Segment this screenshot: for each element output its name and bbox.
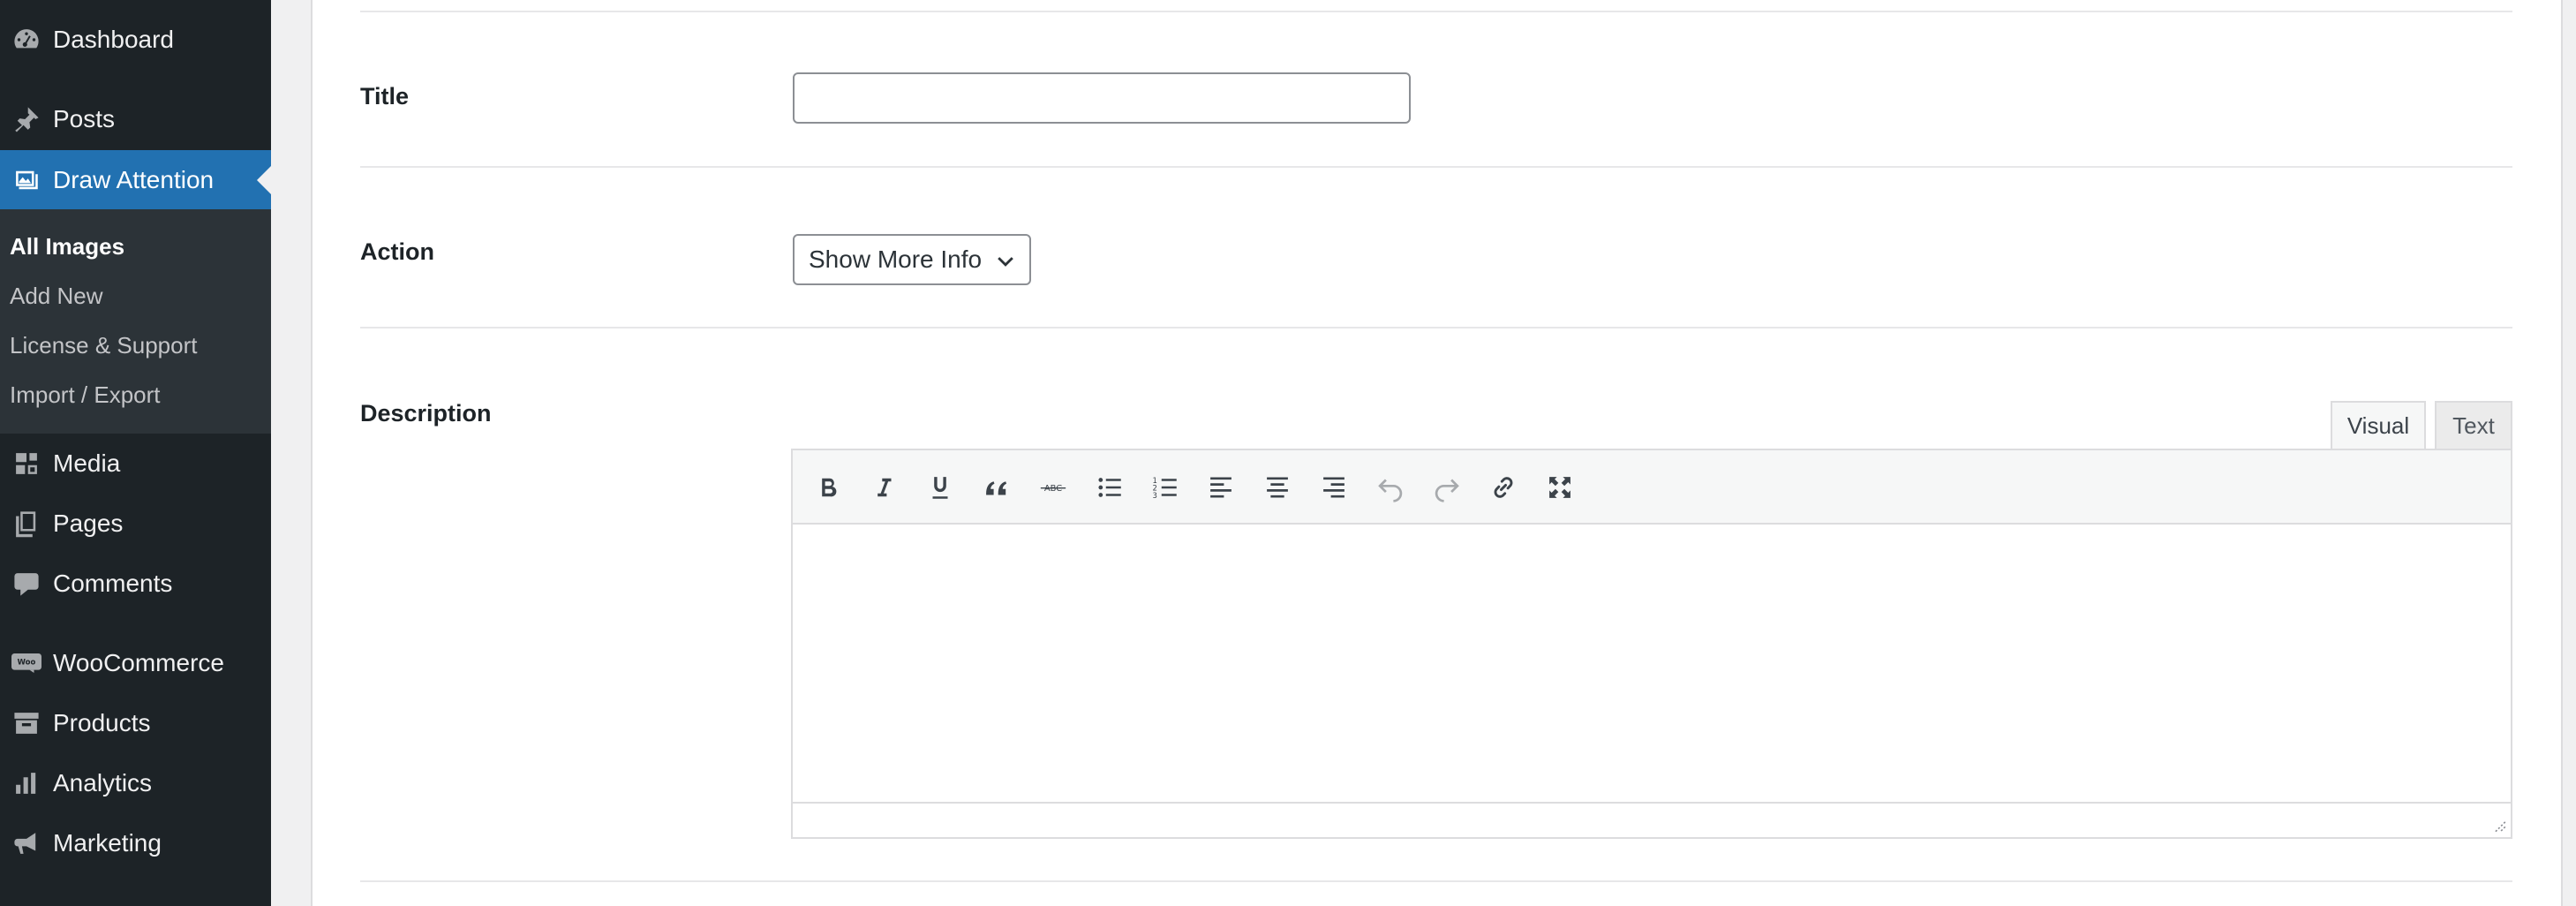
chevron-down-icon [998,257,1013,267]
align-center-icon [1267,477,1288,498]
current-indicator [257,166,271,194]
sidebar-item-media[interactable]: Media [0,434,271,494]
bulleted-list-button[interactable] [1090,468,1129,507]
sidebar-item-products[interactable]: Products [0,693,271,753]
sidebar-item-draw-attention[interactable]: Draw Attention [0,150,271,210]
blockquote-icon [986,481,1007,495]
link-icon [1494,477,1513,498]
italic-icon [877,478,892,497]
blockquote-button[interactable] [977,468,1016,507]
tab-text[interactable]: Text [2435,401,2512,450]
align-right-icon [1323,477,1344,498]
italic-button[interactable] [864,468,903,507]
sidebar-item-label: Comments [53,570,173,597]
bold-button[interactable] [809,468,847,507]
row-separator [360,327,2512,328]
strikethrough-icon: ABC [1040,484,1066,494]
tab-visual[interactable]: Visual [2331,401,2426,450]
underline-button[interactable] [921,468,960,507]
submenu-item-all-images[interactable]: All Images [10,233,124,260]
svg-text:ABC: ABC [1044,484,1062,494]
row-separator [360,166,2512,168]
description-label: Description [360,400,492,427]
bold-icon [822,478,837,497]
svg-text:Woo: Woo [18,659,36,668]
sidebar-item-label: Draw Attention [53,166,215,193]
strikethrough-button[interactable]: ABC [1034,468,1073,507]
undo-icon [1378,479,1403,502]
sidebar-item-label: Media [53,449,121,477]
action-selected-value: Show More Info [809,245,983,273]
sidebar-item-label: Posts [53,105,116,132]
redo-icon [1435,479,1459,502]
submenu-item-import-export[interactable]: Import / Export [10,381,161,409]
sidebar-item-label: Products [53,709,151,736]
woo-icon: Woo [0,633,53,693]
fullscreen-icon [1549,477,1570,498]
editor-content-area[interactable] [793,526,2511,804]
row-separator [360,880,2512,882]
editor-toolbar: ABC 123 [793,450,2511,525]
megaphone-icon [0,813,53,873]
bulleted-list-icon [1098,478,1121,497]
editor-statusbar [793,802,2511,837]
action-select[interactable]: Show More Info [793,234,1031,285]
row-separator [360,11,2512,12]
media-icon [0,434,53,494]
sidebar-item-label: Marketing [53,829,162,857]
action-label: Action [360,238,434,265]
numbered-list-button[interactable]: 123 [1146,468,1185,507]
sidebar-item-pages[interactable]: Pages [0,494,271,554]
underline-icon [932,477,948,499]
sidebar-item-marketing[interactable]: Marketing [0,813,271,873]
sidebar-item-woocommerce[interactable]: Woo WooCommerce [0,633,271,693]
comment-icon [0,554,53,614]
dashboard-icon [0,10,53,70]
redo-button[interactable] [1427,468,1466,507]
svg-text:3: 3 [1153,492,1157,501]
sidebar-item-label: Dashboard [53,26,174,53]
numbered-list-icon: 123 [1153,477,1177,501]
submenu-item-license-support[interactable]: License & Support [10,332,197,359]
sidebar-item-label: Pages [53,510,124,537]
admin-sidebar: Dashboard Posts Draw Attention All Image… [0,0,271,906]
sidebar-item-comments[interactable]: Comments [0,554,271,614]
fullscreen-button[interactable] [1540,468,1579,507]
sidebar-item-label: WooCommerce [53,649,224,676]
sidebar-submenu: All Images Add New License & Support Imp… [0,209,271,434]
description-editor: ABC 123 [791,449,2512,839]
pages-icon [0,494,53,554]
images-icon [0,150,53,210]
align-right-button[interactable] [1314,468,1353,507]
bar-chart-icon [0,753,53,813]
align-left-icon [1210,477,1232,498]
link-button[interactable] [1484,468,1523,507]
sidebar-item-analytics[interactable]: Analytics [0,753,271,813]
align-center-button[interactable] [1258,468,1297,507]
pin-icon [0,89,53,149]
submenu-item-add-new[interactable]: Add New [10,283,103,310]
archive-icon [0,693,53,753]
align-left-button[interactable] [1201,468,1240,507]
title-label: Title [360,83,410,109]
sidebar-item-label: Analytics [53,769,153,797]
sidebar-item-posts[interactable]: Posts [0,89,271,149]
sidebar-item-dashboard[interactable]: Dashboard [0,10,271,70]
undo-button[interactable] [1371,468,1410,507]
resize-handle-icon[interactable] [2488,814,2507,834]
title-input[interactable] [793,72,1411,124]
